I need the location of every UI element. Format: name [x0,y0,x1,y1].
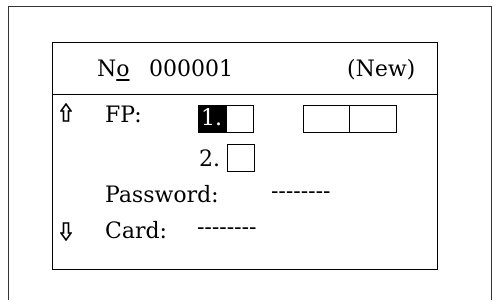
fp-slot-1-label: 1. [201,106,222,131]
record-number-label: No [97,57,130,83]
fp-slot-2-label: 2. [199,147,220,172]
user-enroll-panel: No 000001 (New) FP: 1. 2. Password: ----… [52,42,438,270]
fp-extra-box-right[interactable] [349,105,397,133]
fp-slot-1-selected[interactable]: 1. [198,105,226,133]
fp-slot-1-box[interactable] [226,105,254,133]
down-arrow-icon[interactable] [60,221,72,241]
password-label: Password: [105,183,219,208]
card-label: Card: [105,219,167,244]
panel-header: No 000001 (New) [53,43,437,95]
card-value[interactable]: -------- [197,215,256,241]
fp-slot-2-box[interactable] [227,144,255,172]
fp-label: FP: [105,103,142,128]
fp-extra-box-left[interactable] [303,105,351,133]
up-arrow-icon[interactable] [60,103,72,123]
record-number: 000001 [149,57,233,82]
status-text: (New) [347,57,416,82]
record-prefix: No [97,57,130,82]
password-value[interactable]: -------- [271,179,330,205]
